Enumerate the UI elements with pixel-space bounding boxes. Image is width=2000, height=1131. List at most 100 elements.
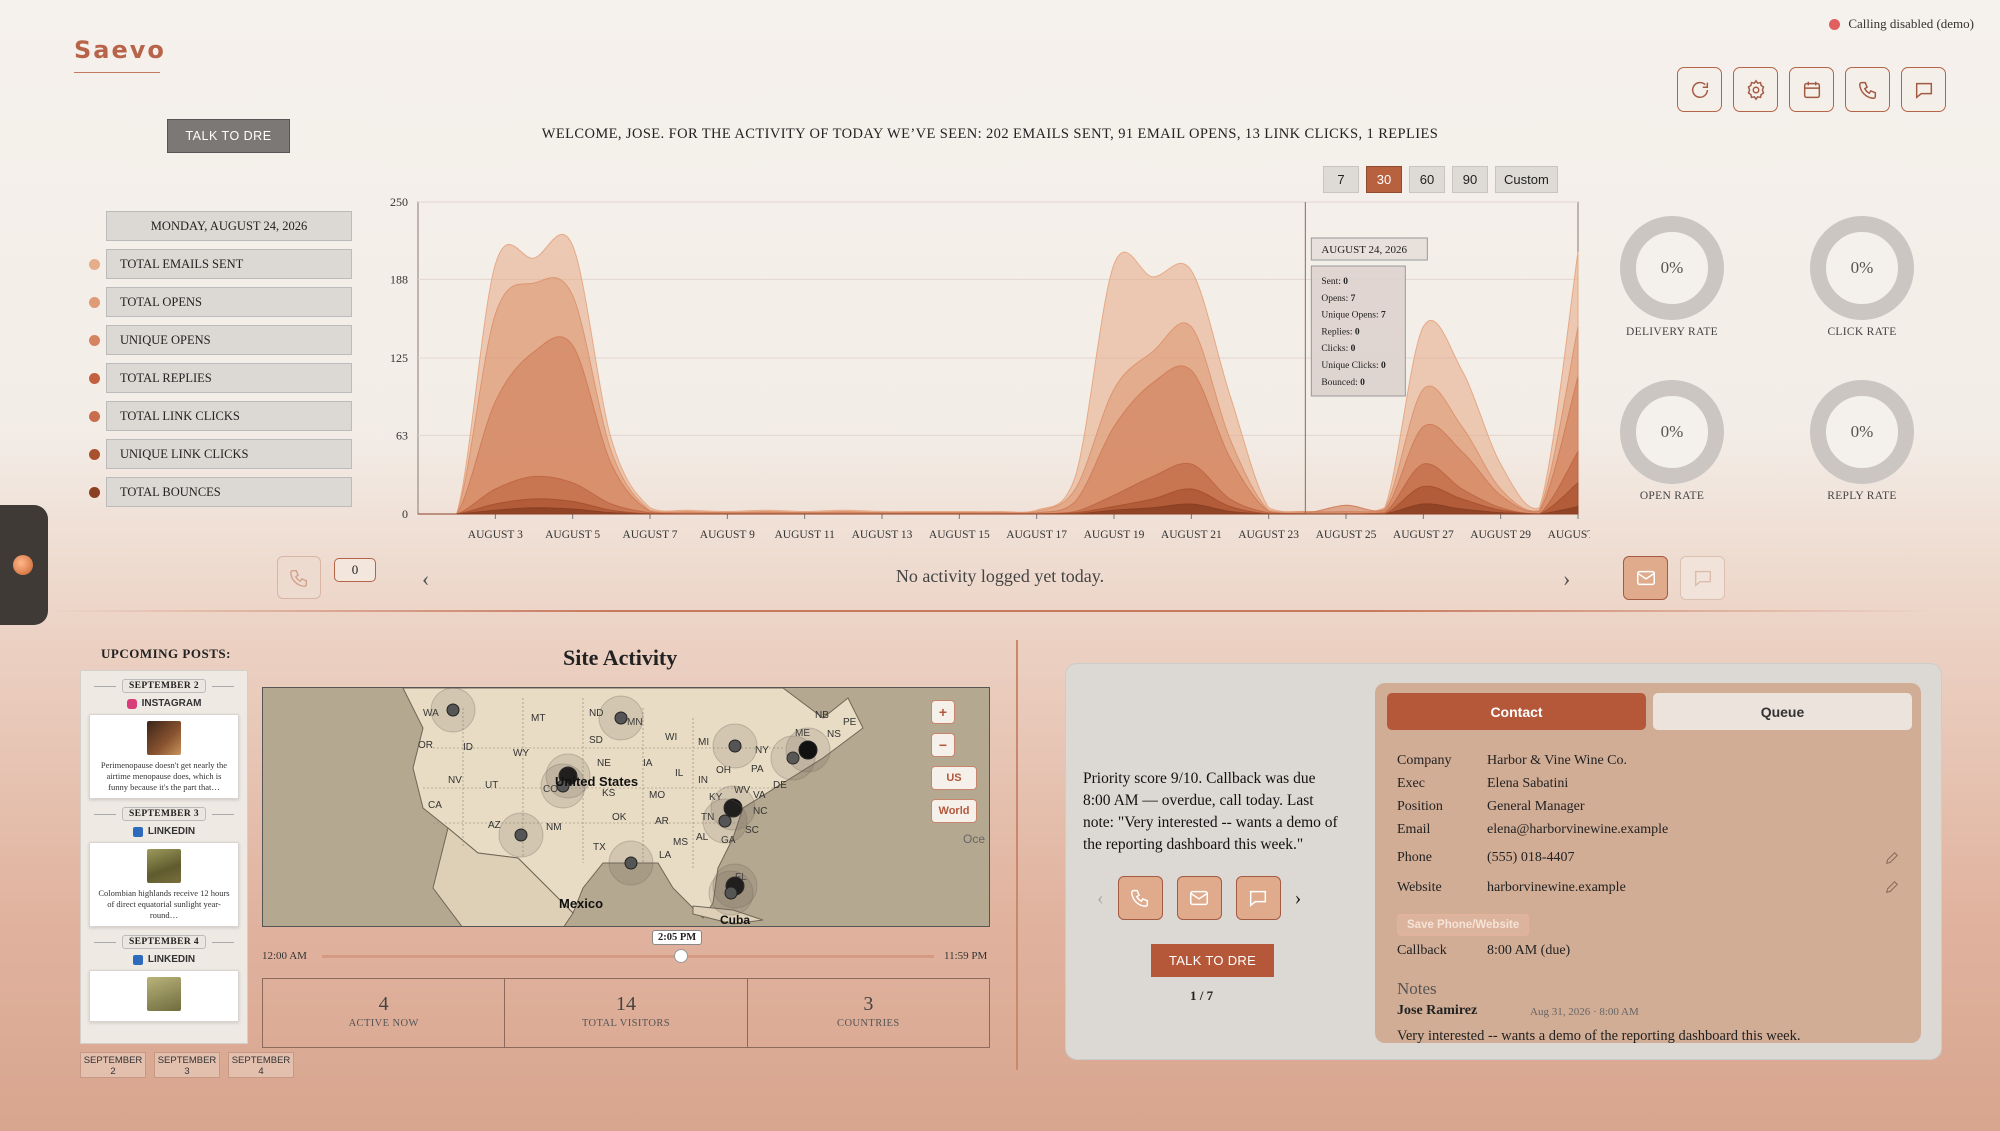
refresh-button[interactable] [1677, 67, 1722, 112]
metric-row[interactable]: TOTAL LINK CLICKS [89, 401, 352, 431]
chat-icon [1915, 82, 1932, 99]
assistant-side-tab[interactable] [0, 505, 48, 625]
x-tick-label: AUGUST 21 [1161, 529, 1222, 541]
time-slider-handle[interactable] [674, 949, 688, 963]
metric-row[interactable]: UNIQUE LINK CLICKS [89, 439, 352, 469]
post-date-header: SEPTEMBER 4 [81, 935, 247, 949]
tooltip-row: Opens: 7 [1321, 294, 1355, 304]
field-value[interactable]: elena@harborvinewine.example [1487, 822, 1668, 838]
ocean-label: Oce [963, 832, 985, 846]
state-label: ID [463, 742, 473, 753]
state-label: VA [753, 790, 766, 801]
metric-row[interactable]: TOTAL REPLIES [89, 363, 352, 393]
field-value[interactable]: harborvinewine.example [1487, 880, 1626, 896]
post-tab-month: SEPTEMBER [231, 1055, 291, 1066]
visitor-marker[interactable] [614, 711, 628, 725]
field-value[interactable]: (555) 018-4407 [1487, 850, 1575, 866]
metric-label[interactable]: TOTAL OPENS [106, 287, 352, 317]
contact-email-button[interactable] [1176, 876, 1222, 920]
contact-prev-arrow[interactable]: ‹ [1097, 887, 1104, 910]
delivery-rate-gauge: 0% DELIVERY RATE [1612, 216, 1732, 338]
metric-label[interactable]: TOTAL BOUNCES [106, 477, 352, 507]
contact-next-arrow[interactable]: › [1295, 887, 1302, 910]
talk-to-dre-button[interactable]: TALK TO DRE [167, 119, 290, 153]
y-tick-label: 125 [390, 351, 408, 365]
tab-queue[interactable]: Queue [1653, 693, 1912, 730]
activity-call-button[interactable] [277, 556, 321, 599]
field-label: Phone [1397, 850, 1432, 865]
post-tab-sep-2[interactable]: SEPTEMBER 2 [80, 1052, 146, 1078]
activity-next-arrow[interactable]: › [1563, 566, 1570, 592]
post-tab-sep-3[interactable]: SEPTEMBER 3 [154, 1052, 220, 1078]
map-zoom-in-button[interactable]: + [931, 700, 955, 724]
visitor-marker[interactable] [446, 703, 460, 717]
visitor-marker[interactable] [724, 886, 738, 900]
state-label: IN [698, 775, 708, 786]
post-thumbnail [147, 977, 181, 1011]
metric-row[interactable]: TOTAL OPENS [89, 287, 352, 317]
activity-email-filter-button[interactable] [1623, 556, 1668, 600]
activity-area-chart[interactable]: 250 188 125 63 0 AUGUST 3 AUGUST 5 AUGUST 7 AUGU… [370, 196, 1590, 546]
call-button[interactable] [1845, 67, 1890, 112]
contact-message-button[interactable] [1235, 876, 1281, 920]
post-card[interactable]: Colombian highlands receive 12 hours of … [89, 842, 239, 927]
time-slider-track[interactable] [322, 955, 934, 958]
visitor-marker[interactable] [514, 828, 528, 842]
calendar-button[interactable] [1789, 67, 1834, 112]
state-label: MI [698, 737, 709, 748]
tab-contact[interactable]: Contact [1387, 693, 1646, 730]
calling-status: Calling disabled (demo) [1829, 16, 1974, 32]
note-author: Jose Ramirez [1397, 1003, 1478, 1018]
visitor-marker[interactable] [728, 739, 742, 753]
contact-call-button[interactable] [1117, 876, 1163, 920]
metric-label[interactable]: UNIQUE LINK CLICKS [106, 439, 352, 469]
gauge-label: REPLY RATE [1827, 490, 1897, 502]
post-network-label: INSTAGRAM [141, 698, 202, 709]
post-network: INSTAGRAM [81, 698, 247, 709]
visitor-marker[interactable] [624, 856, 638, 870]
edit-website-icon[interactable] [1885, 880, 1899, 894]
metric-label[interactable]: TOTAL EMAILS SENT [106, 249, 352, 279]
brand-logo[interactable]: Saevo [74, 36, 164, 73]
metric-row[interactable]: TOTAL EMAILS SENT [89, 249, 352, 279]
state-label: NS [827, 729, 841, 740]
range-custom-button[interactable]: Custom [1495, 166, 1558, 193]
note-text: Very interested -- wants a demo of the r… [1397, 1028, 1801, 1043]
metric-row[interactable]: TOTAL BOUNCES [89, 477, 352, 507]
range-60-button[interactable]: 60 [1409, 166, 1445, 193]
activity-prev-arrow[interactable]: ‹ [422, 566, 429, 592]
range-90-button[interactable]: 90 [1452, 166, 1488, 193]
visitor-map[interactable]: WAMTNDMNORIDSDWIMINYNBMENSWYNEIAILINOHPA… [262, 687, 990, 927]
metric-label[interactable]: TOTAL REPLIES [106, 363, 352, 393]
visitor-marker[interactable] [798, 740, 818, 760]
map-us-button[interactable]: US [931, 766, 977, 790]
post-tab-day: 4 [258, 1066, 264, 1077]
upcoming-posts-list[interactable]: SEPTEMBER 2 INSTAGRAM Perimenopause does… [80, 670, 248, 1044]
post-tab-sep-4[interactable]: SEPTEMBER 4 [228, 1052, 294, 1078]
contact-talk-to-dre-button[interactable]: TALK TO DRE [1151, 944, 1274, 977]
stat-value: 3 [863, 993, 874, 1015]
state-label: UT [485, 780, 498, 791]
metric-row[interactable]: UNIQUE OPENS [89, 325, 352, 355]
metric-label[interactable]: TOTAL LINK CLICKS [106, 401, 352, 431]
post-card[interactable]: Perimenopause doesn't get nearly the air… [89, 714, 239, 799]
field-callback: Callback 8:00 AM (due) [1397, 943, 1570, 959]
metric-label[interactable]: UNIQUE OPENS [106, 325, 352, 355]
post-card[interactable] [89, 970, 239, 1022]
map-zoom-out-button[interactable]: − [931, 733, 955, 757]
tooltip-row: Unique Clicks: 0 [1321, 361, 1386, 371]
field-email: Email elena@harborvinewine.example [1397, 822, 1668, 838]
tooltip-date: AUGUST 24, 2026 [1321, 244, 1407, 256]
map-world-button[interactable]: World [931, 799, 977, 823]
edit-phone-icon[interactable] [1885, 851, 1899, 865]
map-canvas[interactable]: WAMTNDMNORIDSDWIMINYNBMENSWYNEIAILINOHPA… [263, 688, 990, 927]
visitor-marker[interactable] [718, 814, 732, 828]
range-7-button[interactable]: 7 [1323, 166, 1359, 193]
save-phone-website-button[interactable]: Save Phone/Website [1397, 914, 1530, 936]
contact-detail-panel: Contact Queue Company Harbor & Vine Wine … [1375, 683, 1921, 1043]
activity-chat-filter-button[interactable] [1680, 556, 1725, 600]
settings-button[interactable] [1733, 67, 1778, 112]
messages-button[interactable] [1901, 67, 1946, 112]
range-30-button[interactable]: 30 [1366, 166, 1402, 193]
field-position: Position General Manager [1397, 799, 1585, 815]
